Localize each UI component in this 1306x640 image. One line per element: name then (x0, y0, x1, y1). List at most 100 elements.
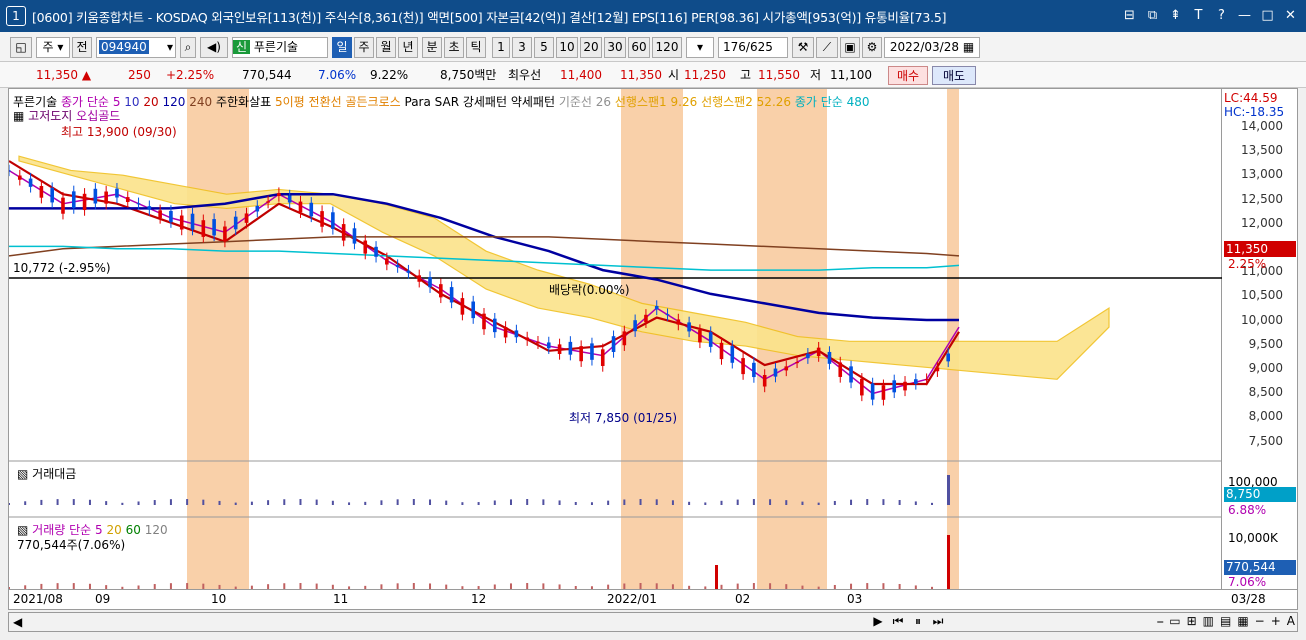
pin-icon[interactable]: ⇞ (1166, 6, 1185, 25)
interval-custom-select[interactable]: ▾ (686, 37, 714, 58)
last-icon[interactable]: ⏭ (929, 614, 947, 630)
dividend-annotation: 배당락(0.00%) (549, 283, 630, 297)
interval-20[interactable]: 20 (580, 37, 602, 58)
zoom-in-icon[interactable]: + (1271, 614, 1281, 630)
candle-body (860, 378, 864, 396)
candle-body (82, 193, 87, 211)
candle-body (730, 346, 735, 363)
candle-body (136, 203, 141, 205)
sell-button[interactable]: 매도 (932, 66, 976, 85)
view4-icon[interactable]: ▤ (1220, 614, 1231, 630)
sound-icon[interactable]: ◀) (200, 37, 228, 58)
volume-ma60: 60 (125, 523, 141, 537)
price-tag: 11,350 (1224, 241, 1296, 257)
tools-icon[interactable]: ⚒ (792, 37, 814, 58)
legend-ma120: 120 (162, 95, 186, 109)
candle-body (762, 374, 767, 387)
y-tick: 8,000 (1248, 409, 1283, 424)
legend-ma10: 10 (124, 95, 140, 109)
period-day[interactable]: 일 (332, 37, 352, 58)
chart-area[interactable]: 푸른기술 종가 단순 5 10 20 120 240 주한화살표 5이평 전환선… (8, 88, 1223, 590)
amount-bar (461, 502, 464, 505)
period-minute[interactable]: 분 (422, 37, 442, 58)
font-size-icon[interactable]: A (1287, 614, 1295, 630)
amount-bar (882, 499, 885, 505)
font-icon[interactable]: T (1189, 6, 1208, 25)
zoom-out-icon[interactable]: − (1255, 614, 1265, 630)
candle-body (395, 265, 400, 268)
date-input[interactable]: 2022/03/28 ▦ (884, 37, 980, 58)
count-box[interactable]: 176/625 (718, 37, 788, 58)
period-month[interactable]: 월 (376, 37, 396, 58)
amount-bar (267, 500, 270, 505)
interval-3[interactable]: 3 (512, 37, 532, 58)
period-week[interactable]: 주 (354, 37, 374, 58)
close-icon[interactable]: ✕ (1281, 6, 1300, 25)
amount-bar (364, 501, 367, 505)
prev-button[interactable]: 전 (72, 37, 92, 58)
volume-bar (72, 583, 75, 589)
view5-icon[interactable]: ▦ (1237, 614, 1248, 630)
view3-icon[interactable]: ▥ (1203, 614, 1214, 630)
candle-body (9, 170, 11, 172)
period-second[interactable]: 초 (444, 37, 464, 58)
amount-bar (931, 502, 934, 505)
chart-scrollbar[interactable]: ◀ ▶ ⏮ ⏸ ⏭ ⎯ ▭ ⊞ ▥ ▤ ▦ − + A (8, 612, 1298, 632)
price-chart-svg (9, 89, 1223, 589)
view2-icon[interactable]: ⊞ (1187, 614, 1197, 630)
legend-doji: 고저도지 (28, 109, 73, 123)
pause-icon[interactable]: ⏸ (909, 614, 927, 630)
window-number[interactable]: 1 (6, 6, 26, 26)
interval-30[interactable]: 30 (604, 37, 626, 58)
volume-bar (509, 583, 512, 589)
maximize-icon[interactable]: □ (1258, 6, 1277, 25)
save-icon[interactable]: ▣ (840, 37, 860, 58)
interval-10[interactable]: 10 (556, 37, 578, 58)
minimize-icon[interactable]: — (1235, 6, 1254, 25)
amount-bar (736, 499, 739, 505)
interval-60[interactable]: 60 (628, 37, 650, 58)
gear-icon[interactable]: ⚙ (862, 37, 882, 58)
duplicate-icon[interactable]: ⧉ (1143, 6, 1162, 25)
interval-5[interactable]: 5 (534, 37, 554, 58)
amount-bar (833, 500, 836, 505)
period-tick[interactable]: 틱 (466, 37, 486, 58)
view1-icon[interactable]: ▭ (1169, 614, 1180, 630)
period-year[interactable]: 년 (398, 37, 418, 58)
help-icon[interactable]: ? (1212, 6, 1231, 25)
stock-name-box[interactable]: 신 푸른기술 (232, 37, 328, 58)
x-label-right: 03/28 (1231, 592, 1266, 606)
ruler-icon[interactable]: ⎯ (1157, 614, 1163, 630)
chart-settings-icon[interactable]: ◱ (10, 37, 32, 58)
candle-body (557, 344, 562, 354)
stock-code-input[interactable]: 094940 ▾ (96, 37, 176, 58)
candle-body (806, 353, 810, 359)
buy-button[interactable]: 매수 (888, 66, 928, 85)
candle-body (223, 226, 227, 242)
candle-body (71, 191, 76, 209)
draw-icon[interactable]: ⟋ (816, 37, 838, 58)
market-select[interactable]: 주 ▾ (36, 37, 70, 58)
volume-bar (752, 583, 755, 589)
highlight-band-1 (621, 89, 683, 589)
stock-name: 푸른기술 (253, 40, 299, 54)
candle-body (503, 326, 508, 338)
candle-body (363, 240, 368, 254)
first-icon[interactable]: ⏮ (889, 614, 907, 630)
candle-body (309, 202, 314, 217)
title-bar: 1 [0600] 키움종합차트 - KOSDAQ 외국인보유[113(천)] 주… (0, 0, 1306, 32)
candle-body (892, 380, 897, 393)
play-icon[interactable]: ▶ (869, 614, 887, 630)
high-label: 고 (740, 68, 752, 82)
volume-bar (461, 586, 464, 589)
y-tick: 14,000 (1241, 119, 1283, 133)
interval-120[interactable]: 120 (652, 37, 682, 58)
layout-icon[interactable]: ⊟ (1120, 6, 1139, 25)
candle-body (525, 337, 529, 341)
candle-body (654, 305, 659, 310)
amount-bar (56, 499, 59, 505)
scroll-left-icon[interactable]: ◀ (13, 615, 22, 629)
search-icon[interactable]: ⌕ (180, 37, 196, 58)
interval-1[interactable]: 1 (492, 37, 510, 58)
legend-ma240: 240 (189, 95, 213, 109)
